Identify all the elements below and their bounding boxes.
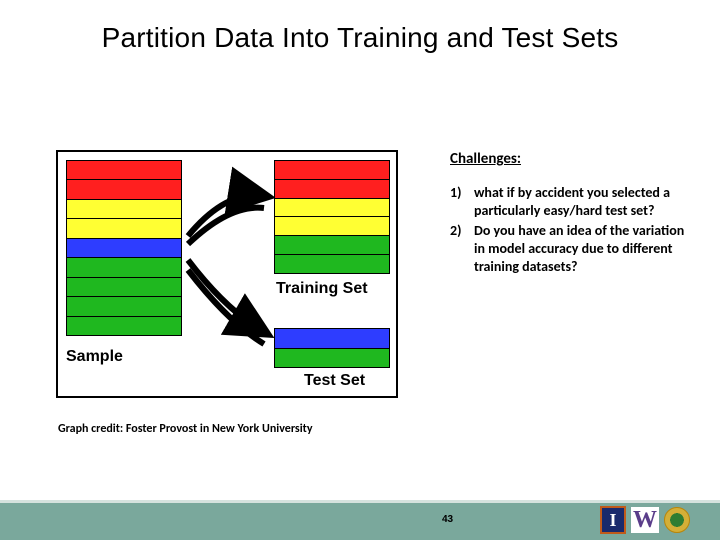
graph-credit: Graph credit: Foster Provost in New York… <box>58 422 313 436</box>
stripe <box>67 200 181 219</box>
list-number: 1) <box>450 184 474 220</box>
stripe <box>275 255 389 273</box>
page-number: 43 <box>442 514 453 525</box>
list-text: Do you have an idea of the variation in … <box>474 222 695 276</box>
stripe <box>275 217 389 236</box>
seal-logo-icon <box>664 507 690 533</box>
challenges-heading: Challenges: <box>450 150 695 168</box>
stripe <box>67 258 181 277</box>
arrow-to-test <box>184 252 274 352</box>
partition-diagram: Sample Training Set Test Set <box>56 150 398 398</box>
stripe <box>67 297 181 316</box>
stripe <box>275 236 389 255</box>
stripe <box>67 317 181 335</box>
challenges-block: Challenges: 1) what if by accident you s… <box>450 150 695 278</box>
test-rect <box>274 328 390 368</box>
challenges-list: 1) what if by accident you selected a pa… <box>450 184 695 276</box>
stripe <box>275 161 389 180</box>
illinois-logo-icon: I <box>600 506 626 534</box>
stripe <box>67 180 181 199</box>
stripe <box>67 239 181 258</box>
arrow-to-training <box>184 162 274 252</box>
stripe <box>67 278 181 297</box>
stripe <box>275 329 389 349</box>
stripe <box>67 161 181 180</box>
sample-label: Sample <box>66 348 123 366</box>
list-number: 2) <box>450 222 474 276</box>
list-text: what if by accident you selected a parti… <box>474 184 695 220</box>
uw-logo-icon: W <box>631 507 659 533</box>
test-set-label: Test Set <box>304 372 365 390</box>
list-item: 2) Do you have an idea of the variation … <box>450 222 695 276</box>
stripe <box>275 180 389 199</box>
stripe <box>67 219 181 238</box>
list-item: 1) what if by accident you selected a pa… <box>450 184 695 220</box>
footer-bar: 43 I W <box>0 500 720 540</box>
slide-title: Partition Data Into Training and Test Se… <box>0 22 720 54</box>
training-rect <box>274 160 390 274</box>
stripe <box>275 199 389 218</box>
sample-rect <box>66 160 182 336</box>
training-set-label: Training Set <box>276 280 368 298</box>
footer-logos: I W <box>600 506 690 534</box>
stripe <box>275 349 389 368</box>
